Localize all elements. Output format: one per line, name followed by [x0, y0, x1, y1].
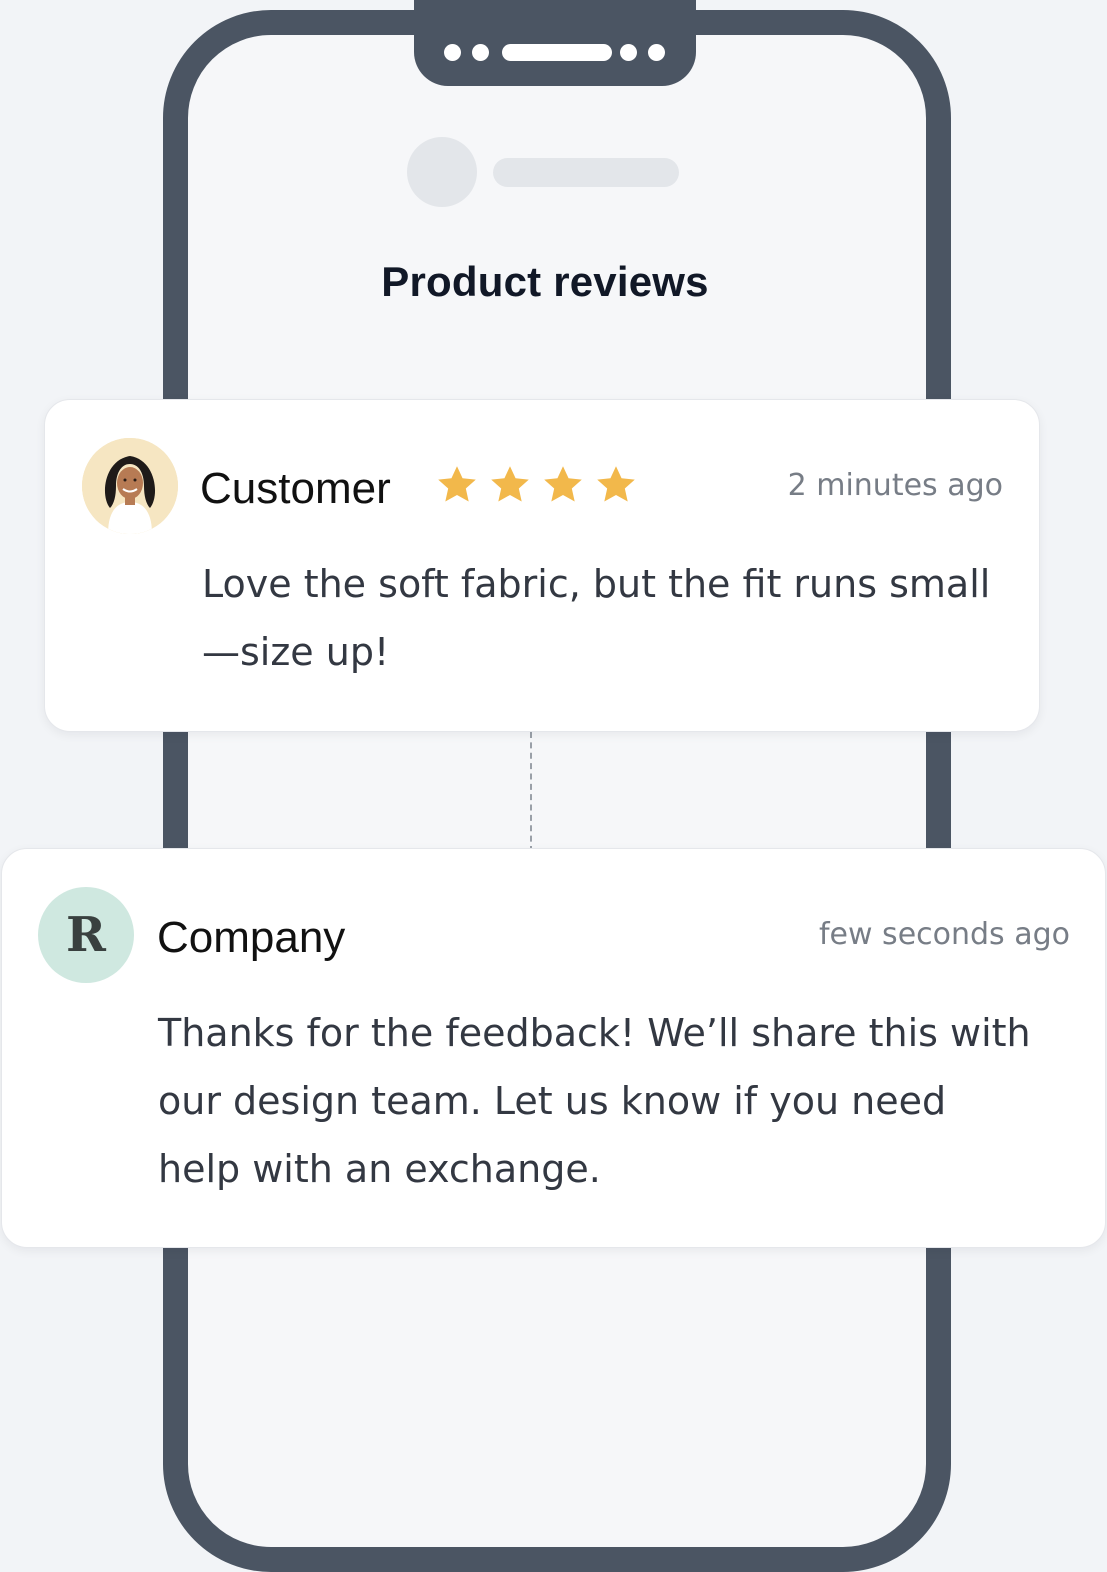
notch-speaker	[502, 44, 612, 61]
star-icon	[438, 466, 476, 502]
reply-text: Thanks for the feedback! We’ll share thi…	[158, 1011, 1031, 1191]
phone-frame	[163, 10, 951, 1572]
star-icon	[544, 466, 582, 502]
notch-dot	[620, 44, 637, 61]
thread-connector	[530, 732, 532, 852]
company-avatar: R	[38, 887, 134, 983]
rating-stars	[434, 462, 639, 508]
placeholder-line	[493, 158, 679, 187]
page-title: Product reviews	[381, 258, 709, 305]
placeholder-avatar	[407, 137, 477, 207]
phone-notch	[414, 0, 696, 86]
review-author: Customer	[200, 464, 391, 513]
reply-timestamp: few seconds ago	[818, 917, 1070, 952]
review-text: Love the soft fabric, but the fit runs s…	[202, 562, 991, 674]
reply-author: Company	[157, 913, 346, 962]
company-avatar-letter: R	[66, 907, 106, 963]
star-icon	[597, 466, 635, 502]
review-card: Customer 2 minutes ago Love the soft fab…	[44, 399, 1040, 732]
notch-dot	[444, 44, 461, 61]
review-timestamp: 2 minutes ago	[787, 468, 1003, 503]
woman-avatar-icon	[82, 438, 178, 534]
notch-dot	[648, 44, 665, 61]
reply-card: R Company few seconds ago Thanks for the…	[1, 848, 1106, 1248]
star-icon	[491, 466, 529, 502]
notch-dot	[472, 44, 489, 61]
